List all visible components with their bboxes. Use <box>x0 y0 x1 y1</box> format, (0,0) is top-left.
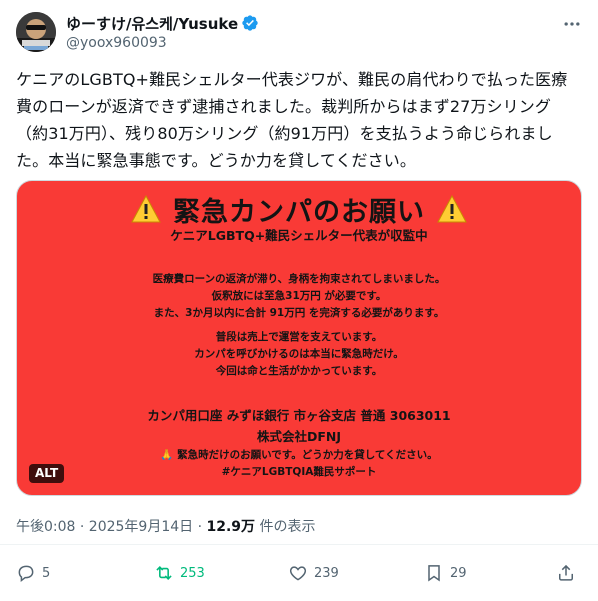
bookmark-count: 29 <box>450 565 467 581</box>
like-button[interactable]: 239 <box>288 563 339 583</box>
image-subtitle: ケニアLGBTQ+難民シェルター代表が収監中 <box>170 228 428 243</box>
avatar[interactable] <box>16 12 56 52</box>
image-footer-line: 🙏 緊急時だけのお願いです。どうか力を貸してください。 <box>160 449 438 461</box>
reply-icon <box>18 565 34 583</box>
bookmark-button[interactable]: 29 <box>424 563 467 583</box>
timestamp[interactable]: 午後0:08 · 2025年9月14日 · <box>16 519 207 535</box>
image-footer: 🙏 緊急時だけのお願いです。どうか力を貸してください。 #ケニアLGBTQIA難… <box>17 447 581 481</box>
more-options-icon[interactable] <box>562 14 582 34</box>
alt-badge[interactable]: ALT <box>29 464 65 483</box>
warning-icon <box>131 195 161 223</box>
image-title: 緊急カンパのお願い <box>173 196 425 228</box>
display-name[interactable]: ゆーすけ/유스케/Yusuke <box>66 13 238 34</box>
retweet-button[interactable]: 253 <box>154 563 205 583</box>
reply-button[interactable]: 5 <box>16 563 50 583</box>
image-hashtag-line: #ケニアLGBTQIA難民サポート <box>221 466 377 478</box>
heart-icon <box>289 566 307 581</box>
share-button[interactable] <box>556 563 582 583</box>
view-count: 12.9万 <box>206 519 256 535</box>
avatar-image <box>16 12 56 52</box>
image-line: 今回は命と生活がかかっています。 <box>215 365 383 377</box>
image-line: 仮釈放には至急31万円 が必要です。 <box>211 290 387 302</box>
image-block-1: 医療費ローンの返済が滞り、身柄を拘束されてしまいました。 仮釈放には至急31万円… <box>17 271 581 322</box>
bank-company-line: 株式会社DFNJ <box>256 429 342 444</box>
retweet-count: 253 <box>180 565 205 581</box>
verified-badge-icon[interactable] <box>241 14 259 32</box>
action-bar: 5 253 239 29 <box>16 563 582 587</box>
view-label: 件の表示 <box>255 519 316 535</box>
image-title-row: 緊急カンパのお願い <box>17 189 581 229</box>
tweet-meta: 午後0:08 · 2025年9月14日 · 12.9万 件の表示 <box>16 516 316 536</box>
tweet-header: ゆーすけ/유스케/Yusuke @yoox960093 <box>16 12 582 56</box>
image-line: カンパを呼びかけるのは本当に緊急時だけ。 <box>194 348 404 360</box>
retweet-icon <box>156 566 172 580</box>
image-block-2: 普段は売上で運営を支えています。 カンパを呼びかけるのは本当に緊急時だけ。 今回… <box>17 329 581 380</box>
tweet-text: ケニアのLGBTQ+難民シェルター代表ジワが、難民の肩代わりで払った医療費のロー… <box>16 70 568 170</box>
like-count: 239 <box>314 565 339 581</box>
image-bank-info: カンパ用口座 みずほ銀行 市ヶ谷支店 普通 3063011 株式会社DFNJ <box>17 405 581 447</box>
image-line: 普段は売上で運営を支えています。 <box>215 331 383 343</box>
image-line: 医療費ローンの返済が滞り、身柄を拘束されてしまいました。 <box>152 273 446 285</box>
handle[interactable]: @yoox960093 <box>66 35 259 51</box>
bookmark-icon <box>428 565 440 582</box>
share-icon <box>559 564 573 581</box>
reply-count: 5 <box>42 565 51 581</box>
image-line: また、3か月以内に合計 91万円 を完済する必要があります。 <box>153 307 445 319</box>
divider <box>0 544 598 545</box>
warning-icon <box>437 195 467 223</box>
bank-account-line: カンパ用口座 みずほ銀行 市ヶ谷支店 普通 3063011 <box>147 408 451 423</box>
tweet-image[interactable]: 緊急カンパのお願い ケニアLGBTQ+難民シェルター代表が収監中 医療費ローンの… <box>16 180 582 496</box>
